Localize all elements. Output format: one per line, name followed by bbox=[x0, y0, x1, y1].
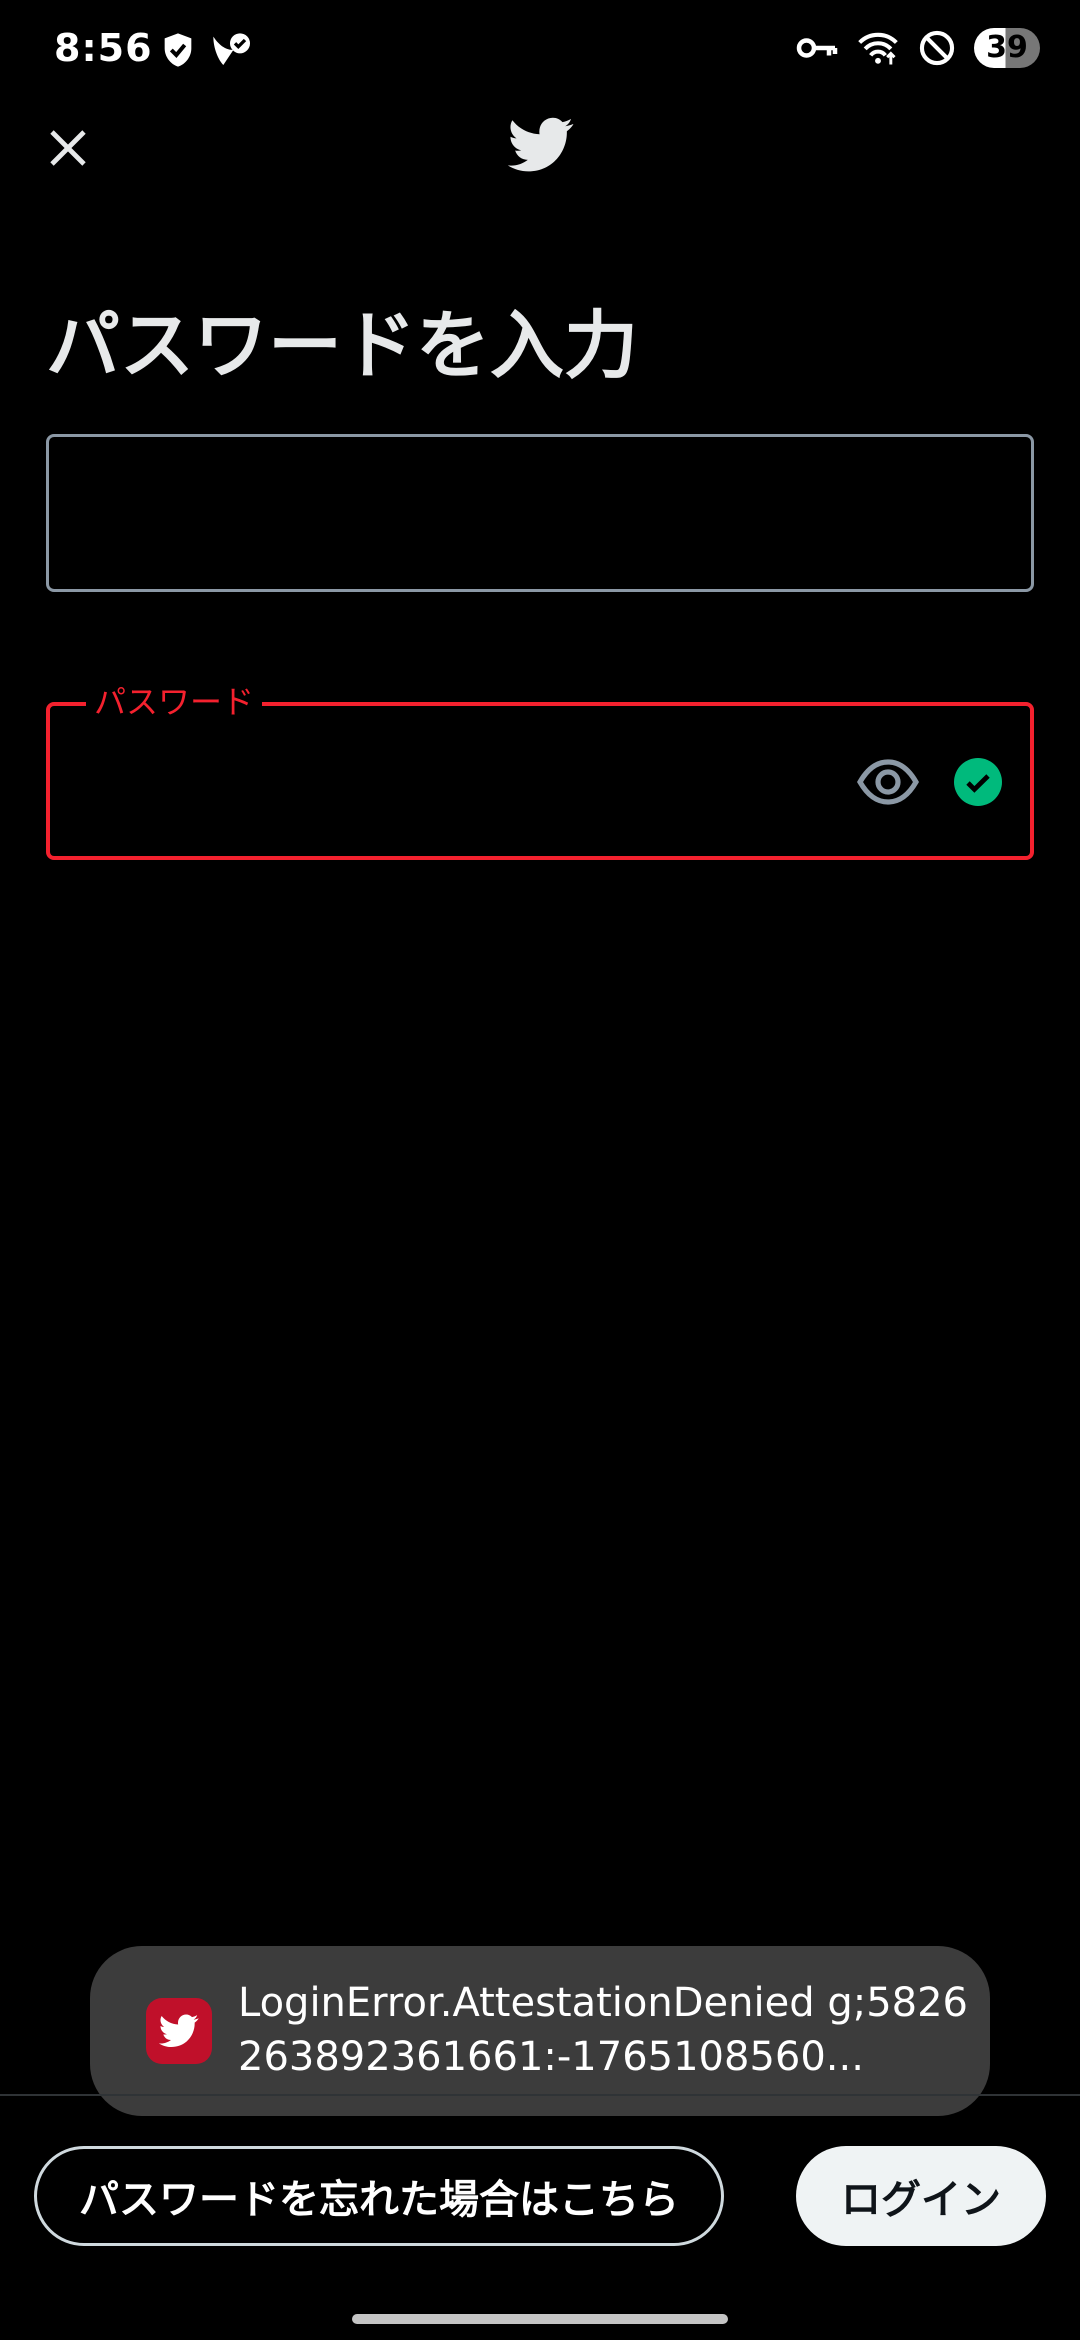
battery-level: 39 bbox=[986, 30, 1028, 65]
login-button[interactable]: ログイン bbox=[796, 2146, 1046, 2246]
status-time: 8:56 bbox=[54, 26, 153, 70]
error-toast: LoginError.AttestationDenied g;582626389… bbox=[90, 1946, 990, 2116]
close-icon bbox=[50, 130, 86, 166]
twitter-bird-icon bbox=[508, 117, 574, 172]
do-not-disturb-icon bbox=[919, 30, 955, 66]
status-left-icons bbox=[158, 30, 252, 70]
page-title: パスワードを入力 bbox=[46, 303, 638, 389]
eye-icon[interactable] bbox=[856, 752, 920, 812]
toast-message: LoginError.AttestationDenied g;582626389… bbox=[238, 1980, 968, 2080]
password-field-label: パスワード bbox=[86, 686, 263, 718]
status-right-icons: 39 bbox=[796, 28, 1040, 68]
home-indicator[interactable] bbox=[352, 2314, 728, 2324]
toast-bird-icon bbox=[159, 2014, 199, 2047]
shield-check-icon bbox=[164, 33, 192, 67]
username-field[interactable] bbox=[46, 434, 1034, 592]
twitter-app-icon bbox=[146, 1998, 212, 2064]
battery-indicator: 39 bbox=[974, 28, 1040, 68]
vpn-key-icon bbox=[796, 38, 838, 58]
forgot-password-button[interactable]: パスワードを忘れた場合はこちら bbox=[34, 2146, 724, 2246]
status-bar: 8:56 39 bbox=[0, 0, 1080, 100]
close-button[interactable] bbox=[38, 118, 98, 178]
bottom-divider bbox=[0, 2094, 1080, 2096]
bird-check-icon bbox=[213, 33, 250, 65]
wifi-icon bbox=[858, 32, 898, 65]
check-circle-icon bbox=[954, 758, 1002, 806]
